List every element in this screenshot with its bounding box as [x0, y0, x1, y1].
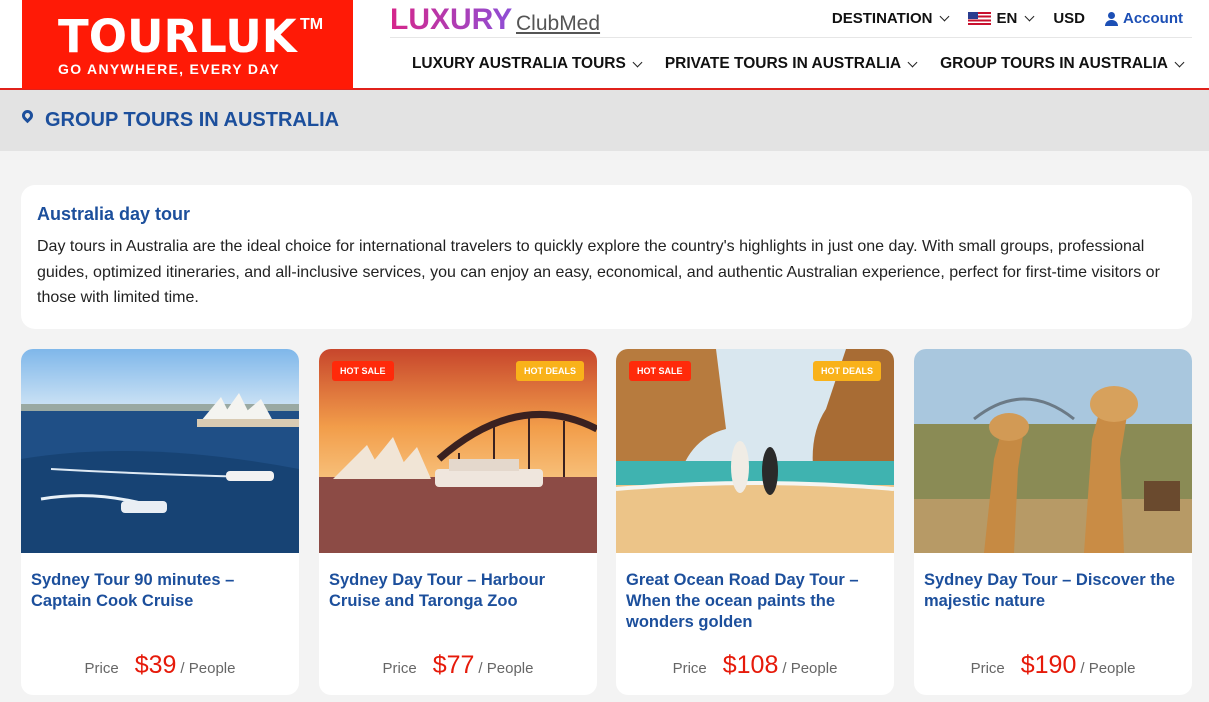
hot-sale-badge: HOT SALE [332, 361, 394, 381]
page-title: GROUP TOURS IN AUSTRALIA [45, 109, 340, 131]
tour-title[interactable]: Great Ocean Road Day Tour – When the oce… [626, 570, 884, 633]
nav-label: LUXURY AUSTRALIA TOURS [411, 55, 626, 72]
user-icon [1105, 11, 1118, 26]
price-value: $39 [134, 651, 177, 679]
intro-heading: Australia day tour [37, 204, 191, 224]
tour-title[interactable]: Sydney Day Tour – Harbour Cruise and Tar… [329, 570, 587, 612]
hot-deals-badge: HOT DEALS [812, 361, 881, 381]
currency-label: USD [1053, 10, 1085, 27]
price-value: $77 [432, 651, 475, 679]
price-unit: / People [478, 660, 534, 677]
logo-trademark: TM [300, 16, 324, 33]
chevron-down-icon [940, 11, 950, 22]
price-row: Price $108 / People [616, 651, 894, 680]
intro-card: Australia day tour Day tours in Australi… [21, 185, 1192, 329]
nav-label: GROUP TOURS IN AUSTRALIA [940, 55, 1168, 72]
price-row: Price $77 / People [319, 651, 597, 680]
tourluk-logo[interactable]: TOURLUK TM GO ANYWHERE, EVERY DAY [22, 0, 353, 89]
account-label: Account [1123, 10, 1183, 27]
hot-deals-badge: HOT DEALS [515, 361, 584, 381]
chevron-down-icon [907, 57, 918, 67]
destination-dropdown[interactable]: DESTINATION [831, 10, 950, 27]
chevron-down-icon [632, 57, 643, 67]
logo-tagline: GO ANYWHERE, EVERY DAY [58, 61, 281, 77]
tour-card[interactable]: HOT SALE HOT DEALS Great Ocean Road Day … [616, 349, 894, 695]
tour-title[interactable]: Sydney Tour 90 minutes – Captain Cook Cr… [31, 570, 289, 612]
tour-image-giraffes[interactable] [914, 349, 1192, 553]
currency-selector[interactable]: USD [1053, 10, 1085, 27]
tour-title[interactable]: Sydney Day Tour – Discover the majestic … [924, 570, 1182, 612]
tour-card[interactable]: Sydney Tour 90 minutes – Captain Cook Cr… [21, 349, 299, 695]
nav-luxury-australia-tours[interactable]: LUXURY AUSTRALIA TOURS [411, 55, 643, 73]
luxury-link[interactable]: LUXURY [390, 3, 512, 37]
language-label: EN [996, 10, 1018, 27]
price-row: Price $190 / People [914, 651, 1192, 680]
clubmed-link[interactable]: ClubMed [516, 12, 600, 36]
nav-group-tours[interactable]: GROUP TOURS IN AUSTRALIA [940, 55, 1185, 73]
nav-divider [390, 37, 1192, 38]
us-flag-icon [968, 12, 992, 25]
logo-wordmark: TOURLUK [58, 10, 297, 63]
tour-image-sydney-harbour[interactable] [21, 349, 299, 553]
breadcrumb: GROUP TOURS IN AUSTRALIA [0, 90, 1209, 151]
language-dropdown[interactable]: EN [968, 10, 1035, 27]
nav-label: PRIVATE TOURS IN AUSTRALIA [664, 55, 902, 72]
hot-sale-badge: HOT SALE [629, 361, 691, 381]
price-unit: / People [782, 660, 838, 677]
chevron-down-icon [1174, 57, 1185, 67]
account-link[interactable]: Account [1105, 10, 1183, 27]
tour-image-opera-house-sunset[interactable]: HOT SALE HOT DEALS [319, 349, 597, 553]
price-label: Price [672, 660, 707, 677]
tour-card[interactable]: Sydney Day Tour – Discover the majestic … [914, 349, 1192, 695]
price-value: $190 [1020, 651, 1077, 679]
main-nav: LUXURY AUSTRALIA TOURS PRIVATE TOURS IN … [411, 55, 1185, 73]
price-unit: / People [180, 660, 236, 677]
tour-image-great-ocean-road[interactable]: HOT SALE HOT DEALS [616, 349, 894, 553]
location-pin-icon [19, 107, 36, 124]
price-label: Price [84, 660, 119, 677]
price-label: Price [382, 660, 417, 677]
tour-card[interactable]: HOT SALE HOT DEALS Sydney Day Tour – Har… [319, 349, 597, 695]
site-header: TOURLUK TM GO ANYWHERE, EVERY DAY LUXURY… [0, 0, 1209, 90]
intro-text: Day tours in Australia are the ideal cho… [37, 238, 1160, 306]
top-nav: DESTINATION EN USD Account [832, 10, 1183, 27]
price-row: Price $39 / People [21, 651, 299, 680]
price-value: $108 [722, 651, 779, 679]
chevron-down-icon [1024, 11, 1035, 22]
destination-label: DESTINATION [831, 10, 933, 27]
price-unit: / People [1080, 660, 1136, 677]
price-label: Price [970, 660, 1005, 677]
nav-private-tours[interactable]: PRIVATE TOURS IN AUSTRALIA [664, 55, 918, 73]
